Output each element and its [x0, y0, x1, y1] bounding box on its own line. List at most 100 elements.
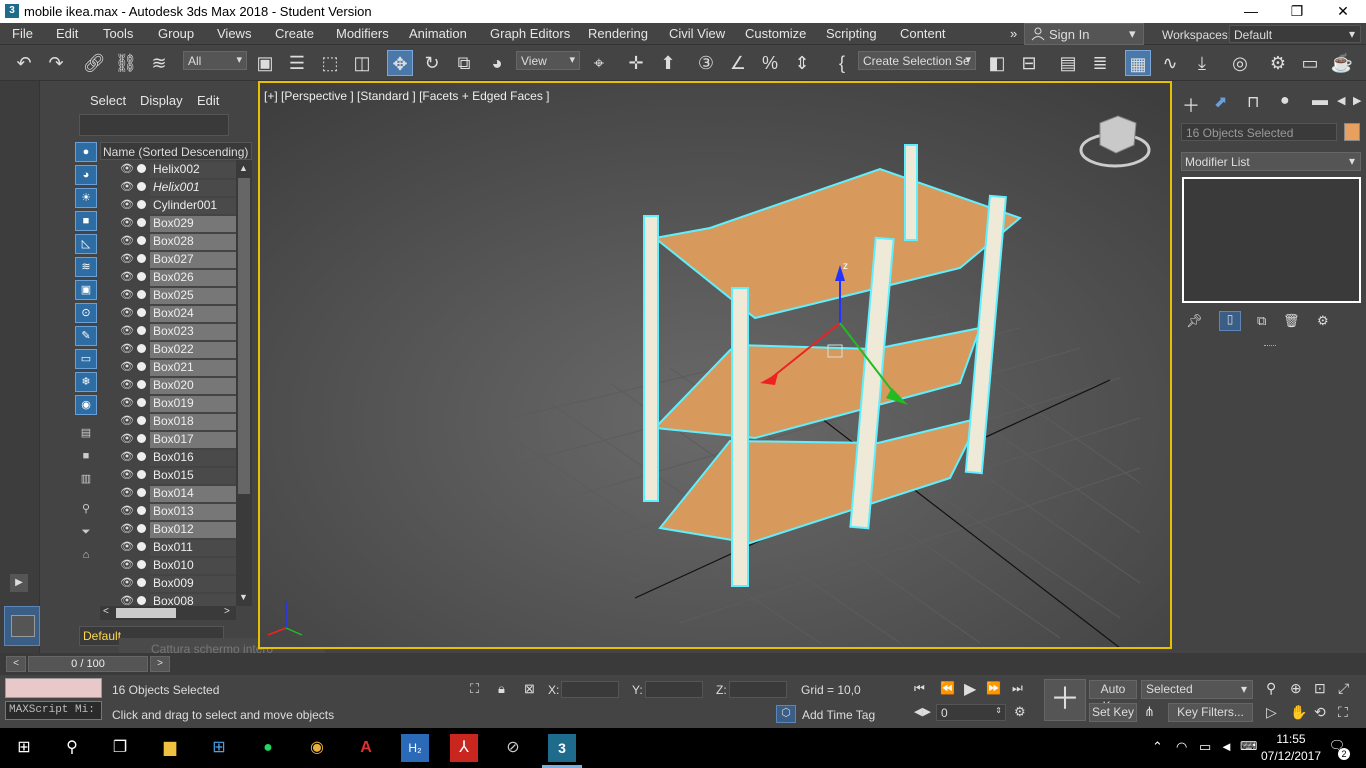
percent-snap-icon[interactable]: %: [757, 50, 783, 76]
next-frame-icon[interactable]: ⏩: [986, 681, 1001, 695]
key-filters-button[interactable]: Key Filters...: [1168, 703, 1253, 722]
close-button[interactable]: ✕: [1320, 0, 1366, 23]
previous-frame-icon[interactable]: ⏪: [940, 681, 955, 695]
menu-views[interactable]: Views: [217, 26, 251, 41]
list-item[interactable]: 👁︎ Box024: [100, 304, 236, 322]
display-tab-icon[interactable]: ▬: [1312, 92, 1328, 110]
edit-named-selection-icon[interactable]: {: [829, 50, 855, 76]
time-tag-icon[interactable]: ⬡: [776, 705, 796, 723]
list-item[interactable]: 👁︎ Cylinder001: [100, 196, 236, 214]
display-invert-icon[interactable]: ▥: [75, 470, 97, 490]
selection-filter-dropdown[interactable]: All: [183, 51, 247, 70]
menu-file[interactable]: File: [12, 26, 33, 41]
key-mode-dropdown[interactable]: Selected ▾: [1141, 680, 1253, 699]
freeze-toggle-icon[interactable]: [137, 470, 146, 479]
scroll-left-icon[interactable]: ◀: [1337, 94, 1345, 107]
render-setup-icon[interactable]: ⚙: [1265, 50, 1291, 76]
filter-frozen-icon[interactable]: ❄: [75, 372, 97, 392]
make-unique-icon[interactable]: ⧉: [1257, 313, 1266, 329]
list-item[interactable]: 👁︎ Box017: [100, 430, 236, 448]
visibility-eye-icon[interactable]: 👁︎: [120, 270, 134, 283]
auto-key-button[interactable]: Auto Key: [1089, 680, 1137, 713]
file-explorer-icon[interactable]: ▆: [156, 734, 184, 762]
pin-stack-icon[interactable]: 📌︎: [1186, 313, 1203, 329]
play-icon[interactable]: ▶: [10, 574, 28, 592]
named-selection-dropdown[interactable]: Create Selection Se: [858, 51, 976, 70]
menu-customize[interactable]: Customize: [745, 26, 806, 41]
battery-icon[interactable]: ▭: [1199, 739, 1211, 755]
angle-snap-icon[interactable]: ∠: [725, 50, 751, 76]
list-item[interactable]: 👁︎ Box011: [100, 538, 236, 556]
set-key-button[interactable]: Set Key: [1089, 703, 1137, 722]
play-animation-icon[interactable]: ▶: [964, 679, 976, 699]
visibility-eye-icon[interactable]: 👁︎: [120, 468, 134, 481]
scroll-up-icon[interactable]: ▲: [239, 163, 248, 173]
key-mode-toggle-icon[interactable]: ⋔: [1144, 704, 1155, 720]
time-next-button[interactable]: >: [150, 656, 170, 672]
keyboard-shortcut-icon[interactable]: ⬆: [655, 50, 681, 76]
menu-group[interactable]: Group: [158, 26, 194, 41]
h2-app-icon[interactable]: H₂: [401, 734, 429, 762]
show-hidden-icons-icon[interactable]: ⌃: [1152, 739, 1163, 755]
visibility-eye-icon[interactable]: 👁︎: [120, 288, 134, 301]
workspace-select[interactable]: Default ▾: [1229, 25, 1361, 43]
freeze-toggle-icon[interactable]: [137, 164, 146, 173]
spinner-icon[interactable]: ⇕: [995, 706, 1002, 715]
list-item[interactable]: 👁︎ Box025: [100, 286, 236, 304]
isolate-selection-icon[interactable]: ⛶: [470, 681, 479, 697]
visibility-eye-icon[interactable]: 👁︎: [120, 414, 134, 427]
filter-lights-icon[interactable]: ☀: [75, 188, 97, 208]
remove-modifier-icon[interactable]: 🗑︎: [1283, 313, 1300, 329]
filter-bones-icon[interactable]: ✎: [75, 326, 97, 346]
object-name-field[interactable]: 16 Objects Selected: [1181, 123, 1337, 141]
leg-back-left[interactable]: [643, 215, 659, 502]
menu-content[interactable]: Content: [900, 26, 946, 41]
add-time-tag[interactable]: Add Time Tag: [802, 708, 875, 722]
zoom-all-icon[interactable]: ⊕: [1290, 680, 1302, 697]
visibility-eye-icon[interactable]: 👁︎: [120, 162, 134, 175]
list-item[interactable]: 👁︎ Box023: [100, 322, 236, 340]
scroll-right-icon[interactable]: ▶: [1353, 94, 1361, 107]
rotate-icon[interactable]: ↻: [419, 50, 445, 76]
visibility-eye-icon[interactable]: 👁︎: [120, 504, 134, 517]
go-to-start-icon[interactable]: ⏮: [914, 681, 925, 696]
filter-groups-icon[interactable]: ▣: [75, 280, 97, 300]
list-item[interactable]: 👁︎ Box012: [100, 520, 236, 538]
3dsmax-icon[interactable]: 3: [548, 734, 576, 762]
visibility-eye-icon[interactable]: 👁︎: [120, 342, 134, 355]
freeze-toggle-icon[interactable]: [137, 290, 146, 299]
scroll-left-icon[interactable]: <: [103, 606, 109, 617]
freeze-toggle-icon[interactable]: [137, 524, 146, 533]
window-crossing-icon[interactable]: ◫: [349, 50, 375, 76]
list-item[interactable]: 👁︎ Box008: [100, 592, 236, 606]
freeze-toggle-icon[interactable]: [137, 272, 146, 281]
list-item[interactable]: 👁︎ Helix002: [100, 160, 236, 178]
visibility-eye-icon[interactable]: 👁︎: [120, 234, 134, 247]
list-item[interactable]: 👁︎ Box019: [100, 394, 236, 412]
material-editor-icon[interactable]: ◎: [1227, 50, 1253, 76]
menu-edit[interactable]: Edit: [56, 26, 78, 41]
visibility-eye-icon[interactable]: 👁︎: [120, 450, 134, 463]
menu-civil-view[interactable]: Civil View: [669, 26, 725, 41]
explorer-column-header[interactable]: Name (Sorted Descending): [100, 142, 252, 160]
show-end-result-icon[interactable]: ▯: [1219, 311, 1241, 331]
time-slider[interactable]: 0 / 100: [28, 656, 148, 672]
filter-xrefs-icon[interactable]: ⊙: [75, 303, 97, 323]
rendered-frame-icon[interactable]: ▭: [1297, 50, 1323, 76]
tab-edit[interactable]: Edit: [197, 93, 219, 108]
zoom-extents-all-icon[interactable]: ⤢: [1338, 680, 1349, 697]
display-all-icon[interactable]: ▤: [75, 424, 97, 444]
select-by-name-icon[interactable]: ☰: [284, 50, 310, 76]
menu-modifiers[interactable]: Modifiers: [336, 26, 389, 41]
list-item[interactable]: 👁︎ Box015: [100, 466, 236, 484]
bind-spacewarp-icon[interactable]: ≋: [146, 50, 172, 76]
visibility-eye-icon[interactable]: 👁︎: [120, 396, 134, 409]
freeze-toggle-icon[interactable]: [137, 434, 146, 443]
volume-icon[interactable]: ◄: [1220, 739, 1233, 754]
list-item[interactable]: 👁︎ Box028: [100, 232, 236, 250]
time-prev-button[interactable]: <: [6, 656, 26, 672]
list-item[interactable]: 👁︎ Box016: [100, 448, 236, 466]
select-object-icon[interactable]: ▣: [252, 50, 278, 76]
freeze-toggle-icon[interactable]: [137, 344, 146, 353]
freeze-toggle-icon[interactable]: [137, 308, 146, 317]
